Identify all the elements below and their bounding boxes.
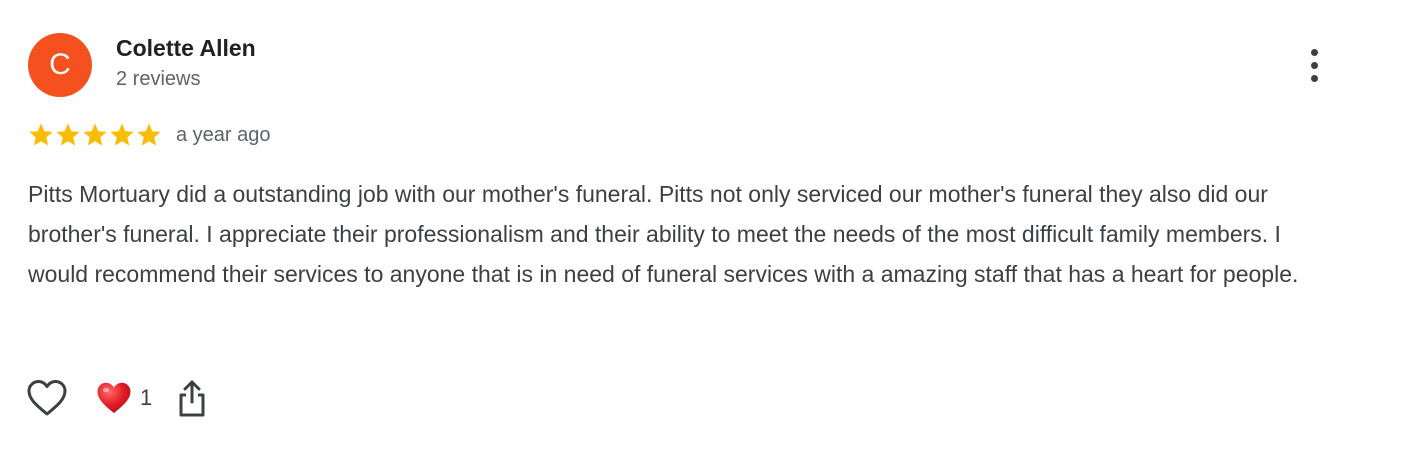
more-vertical-icon-dot	[1310, 61, 1318, 69]
review-actions: 1	[26, 374, 208, 422]
like-button[interactable]	[26, 378, 68, 418]
review-card: C Colette Allen 2 reviews a year ago Pit…	[0, 0, 1402, 454]
reaction-count: 1	[140, 385, 153, 410]
star-icon	[83, 123, 107, 146]
share-button[interactable]	[176, 378, 208, 418]
author-review-count: 2 reviews	[116, 68, 201, 90]
review-date: a year ago	[176, 123, 271, 146]
more-options-button[interactable]	[1296, 44, 1332, 86]
rating-row: a year ago	[28, 121, 271, 149]
avatar-initial: C	[49, 48, 71, 81]
red-heart-icon	[97, 382, 131, 413]
star-icon	[29, 123, 53, 146]
star-icon	[137, 123, 161, 146]
avatar[interactable]: C	[28, 33, 92, 97]
author-name[interactable]: Colette Allen	[116, 35, 256, 62]
star-rating	[28, 122, 162, 148]
star-icon	[110, 123, 134, 146]
more-vertical-icon	[1310, 48, 1318, 56]
heart-reaction-button[interactable]: 1	[96, 381, 152, 415]
more-vertical-icon-dot	[1310, 74, 1318, 82]
heart-outline-icon	[27, 380, 67, 416]
review-text: Pitts Mortuary did a outstanding job wit…	[28, 181, 1299, 287]
share-icon	[179, 380, 205, 417]
star-icon	[56, 123, 80, 146]
